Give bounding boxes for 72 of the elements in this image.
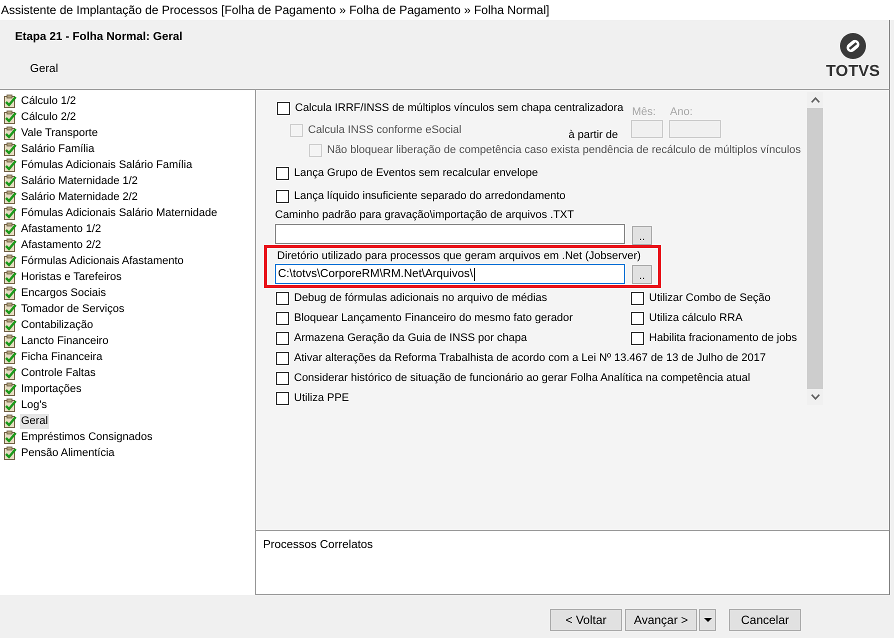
checkbox[interactable] <box>276 190 289 202</box>
date-label: à partir de <box>568 128 618 142</box>
chevron-up-icon <box>810 97 820 103</box>
wizard-button[interactable]: Cancelar <box>729 609 801 631</box>
checkbox-label: Bloquear Lançamento Financeiro do mesmo fato gerador <box>294 312 573 324</box>
step-item[interactable]: Salário Família <box>20 142 96 156</box>
checkbox-label: Calcula IRRF/INSS de múltiplos vínculos sem chapa centralizadora <box>295 102 624 114</box>
step-item[interactable]: Pensão Alimentícia <box>20 446 116 460</box>
checkbox-label: Não bloquear liberação de competência caso exista pendência de recálculo de múltiplos vínculos <box>327 144 801 156</box>
step-item[interactable]: Lancto Financeiro <box>20 334 110 348</box>
step-item[interactable]: Cálculo 2/2 <box>20 110 78 124</box>
field-label: Diretório utilizado para processos que geram arquivos em .Net (Jobserver) <box>276 249 642 263</box>
checkbox[interactable] <box>276 312 289 324</box>
checkbox[interactable] <box>276 352 289 364</box>
step-title: Etapa 21 - Folha Normal: Geral <box>15 30 182 44</box>
step-item[interactable]: Fómulas Adicionais Salário Família <box>20 158 194 172</box>
step-item[interactable]: Empréstimos Consignados <box>20 430 154 444</box>
step-item[interactable]: Vale Transporte <box>20 126 99 140</box>
checkbox-label: Utilizar Combo de Seção <box>649 292 771 304</box>
browse-button[interactable]: .. <box>632 265 652 284</box>
month-label: Mês: <box>631 105 657 119</box>
dropdown-button[interactable] <box>699 609 716 631</box>
step-item[interactable]: Salário Maternidade 1/2 <box>20 174 139 188</box>
checkbox-label: Utiliza PPE <box>294 392 350 404</box>
checkbox-label: Lança líquido insuficiente separado do arredondamento <box>294 190 566 202</box>
step-subtitle: Geral <box>29 62 60 76</box>
checkbox[interactable] <box>631 292 644 304</box>
step-item[interactable]: Salário Maternidade 2/2 <box>20 190 139 204</box>
logo-icon <box>840 33 866 59</box>
window-title: Assistente de Implantação de Processos [Folha de Pagamento » Folha de Pagamento » Folha Normal] <box>0 0 894 20</box>
checkbox[interactable] <box>631 332 644 344</box>
wizard-button[interactable]: < Voltar <box>550 609 622 631</box>
step-item[interactable]: Contabilização <box>20 318 94 332</box>
step-item[interactable]: Afastamento 2/2 <box>20 238 102 252</box>
checkbox[interactable] <box>276 372 289 384</box>
checkbox[interactable] <box>277 102 290 114</box>
checkbox[interactable] <box>276 392 289 404</box>
caret-icon <box>704 618 712 622</box>
checkbox-label: Lança Grupo de Eventos sem recalcular envelope <box>294 167 538 179</box>
checkbox-label: Ativar alterações da Reforma Trabalhista de acordo com a Lei Nº 13.467 de 13 de Julho de 2017 <box>294 352 766 364</box>
checkbox[interactable] <box>631 312 644 324</box>
step-item[interactable]: Importações <box>20 382 83 396</box>
step-item[interactable]: Tomador de Serviços <box>20 302 126 316</box>
step-item[interactable]: Ficha Financeira <box>20 350 104 364</box>
checkbox-label: Utiliza cálculo RRA <box>649 312 743 324</box>
step-item[interactable]: Log's <box>20 398 48 412</box>
checkbox-label: Armazena Geração da Guia de INSS por chapa <box>294 332 527 344</box>
step-item[interactable]: Geral <box>20 414 49 428</box>
checkbox[interactable] <box>276 166 289 180</box>
checkbox-label: Debug de fórmulas adicionais no arquivo de médias <box>294 292 548 304</box>
year-label: Ano: <box>669 105 694 119</box>
checkbox[interactable] <box>276 332 289 344</box>
step-item[interactable]: Fómulas Adicionais Salário Maternidade <box>20 206 218 220</box>
step-item[interactable]: Horistas e Tarefeiros <box>20 270 123 284</box>
step-item[interactable]: Afastamento 1/2 <box>20 222 102 236</box>
step-item[interactable]: Encargos Sociais <box>20 286 107 300</box>
step-item[interactable]: Controle Faltas <box>20 366 97 380</box>
chevron-down-icon <box>810 394 820 400</box>
text-cursor-icon <box>474 268 475 280</box>
wizard-button[interactable]: Avançar > <box>625 609 697 631</box>
field-label: Caminho padrão para gravação\importação de arquivos .TXT <box>275 208 575 222</box>
checkbox-label: Habilita fracionamento de jobs <box>649 332 797 344</box>
checkbox-label: Considerar histórico de situação de funcionário ao gerar Folha Analítica na competência atual <box>294 372 750 384</box>
step-item[interactable]: Fórmulas Adicionais Afastamento <box>20 254 185 268</box>
path-field[interactable] <box>275 224 625 244</box>
panel-title: Processos Correlatos <box>263 539 373 551</box>
browse-button[interactable]: .. <box>632 226 652 245</box>
logo-text: TOTVS <box>826 63 880 80</box>
checkbox-label: Calcula INSS conforme eSocial <box>308 124 462 136</box>
step-item[interactable]: Cálculo 1/2 <box>20 94 78 108</box>
path-field[interactable]: C:\totvs\CorporeRM\RM.Net\Arquivos\ <box>275 264 625 284</box>
checkbox[interactable] <box>276 292 289 304</box>
